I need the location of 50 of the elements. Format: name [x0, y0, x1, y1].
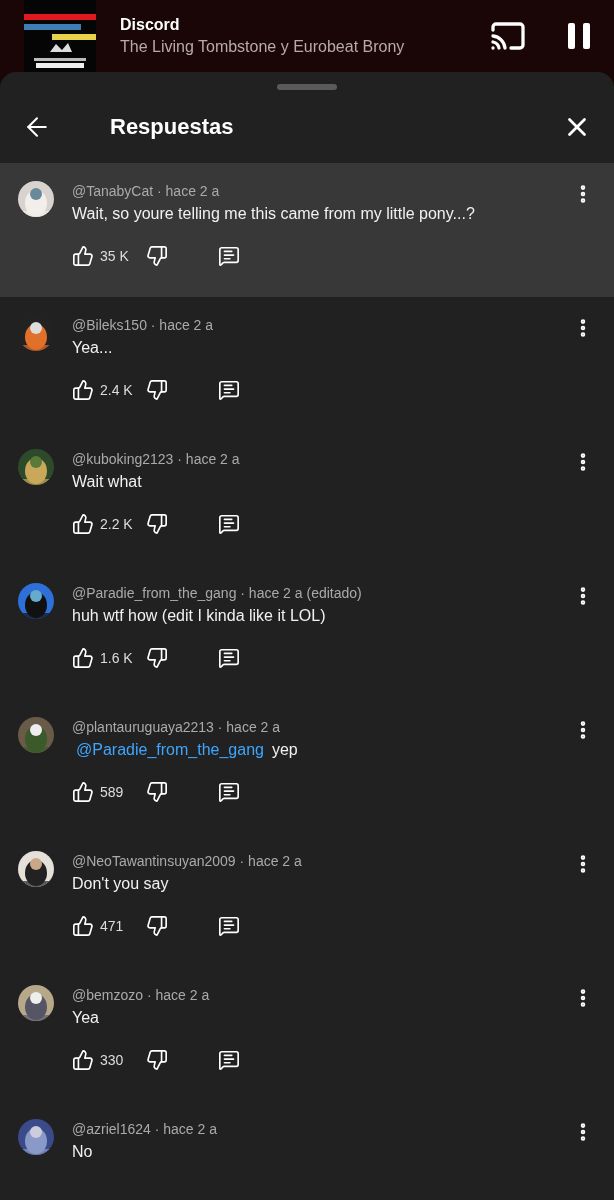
comment-meta: @TanabyCat · hace 2 a	[72, 183, 221, 199]
reply-icon[interactable]	[218, 1049, 240, 1071]
comment-meta: @bemzozo · hace 2 a	[72, 987, 211, 1003]
dislike-icon[interactable]	[146, 513, 168, 535]
dislike-icon[interactable]	[146, 647, 168, 669]
like-count: 2.2 K	[100, 516, 134, 532]
dislike-icon[interactable]	[146, 915, 168, 937]
sheet-title: Respuestas	[110, 113, 235, 140]
comment-text: Don't you say	[72, 875, 170, 893]
reply-icon[interactable]	[218, 781, 240, 803]
comment-text: huh wtf how (edit I kinda like it LOL)	[72, 607, 327, 625]
like-icon[interactable]	[72, 647, 94, 669]
like-count: 589	[100, 784, 125, 800]
mention-link[interactable]: @Paradie_from_the_gang	[76, 741, 264, 759]
pause-icon[interactable]	[568, 23, 590, 49]
like-icon[interactable]	[72, 513, 94, 535]
comment-meta: @Paradie_from_the_gang · hace 2 a (editado)	[72, 585, 363, 601]
like-count: 2.4 K	[100, 382, 134, 398]
comment-text: Yea...	[72, 339, 114, 357]
drag-handle[interactable]	[277, 84, 337, 90]
reply-icon[interactable]	[218, 245, 240, 267]
comment-text: Yea	[72, 1009, 100, 1027]
like-icon[interactable]	[72, 1049, 94, 1071]
reply-icon[interactable]	[218, 915, 240, 937]
comment-meta: @azriel1624 · hace 2 a	[72, 1121, 218, 1137]
comment-meta: @Bileks150 · hace 2 a	[72, 317, 215, 333]
reply-icon[interactable]	[218, 513, 240, 535]
reply-icon[interactable]	[218, 379, 240, 401]
like-count: 35 K	[100, 248, 130, 264]
like-count: 471	[100, 918, 125, 934]
comment-text: yep	[271, 741, 298, 759]
like-count: 1.6 K	[100, 650, 134, 666]
comment-meta: @plantauruguaya2213 · hace 2 a	[72, 719, 282, 735]
dislike-icon[interactable]	[146, 1049, 168, 1071]
reply-icon[interactable]	[218, 647, 240, 669]
like-icon[interactable]	[72, 245, 94, 267]
comment-text: Wait what	[72, 473, 143, 491]
like-count: 330	[100, 1052, 125, 1068]
like-icon[interactable]	[72, 915, 94, 937]
like-icon[interactable]	[72, 781, 94, 803]
dislike-icon[interactable]	[146, 379, 168, 401]
song-artist: The Living Tombstone y Eurobeat Brony	[120, 38, 406, 56]
comment-text: No	[72, 1143, 94, 1161]
dislike-icon[interactable]	[146, 245, 168, 267]
comment-meta: @NeoTawantinsuyan2009 · hace 2 a	[72, 853, 303, 869]
comment-meta: @kuboking2123 · hace 2 a	[72, 451, 241, 467]
song-title: Discord	[120, 16, 181, 34]
like-icon[interactable]	[72, 379, 94, 401]
dislike-icon[interactable]	[146, 781, 168, 803]
comment-text: Wait, so youre telling me this came from my little pony...?	[72, 205, 476, 223]
